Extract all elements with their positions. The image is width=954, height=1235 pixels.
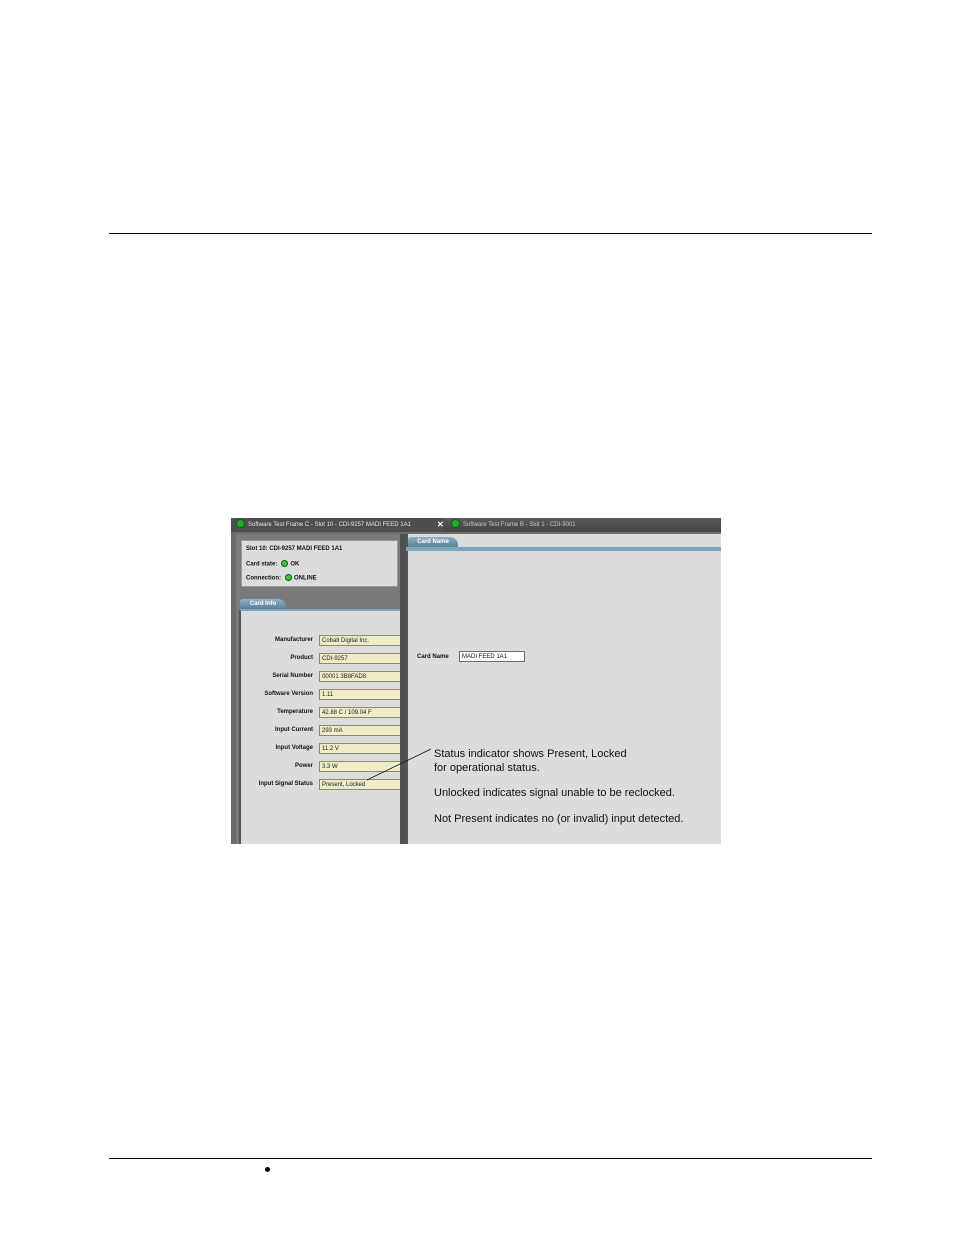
header-rule [109,233,872,234]
footer-bullet [265,1167,270,1172]
footer-rule [109,1158,872,1159]
callout-line-3: Unlocked indicates signal unable to be r… [434,787,675,799]
callout-line-4: Not Present indicates no (or invalid) in… [434,813,684,825]
dashboard-screenshot: Software Test Frame C - Slot 10 - CDI-92… [231,518,721,844]
callout-line-1: Status indicator shows Present, Locked [434,748,627,760]
callout-line-2: for operational status. [434,762,540,774]
